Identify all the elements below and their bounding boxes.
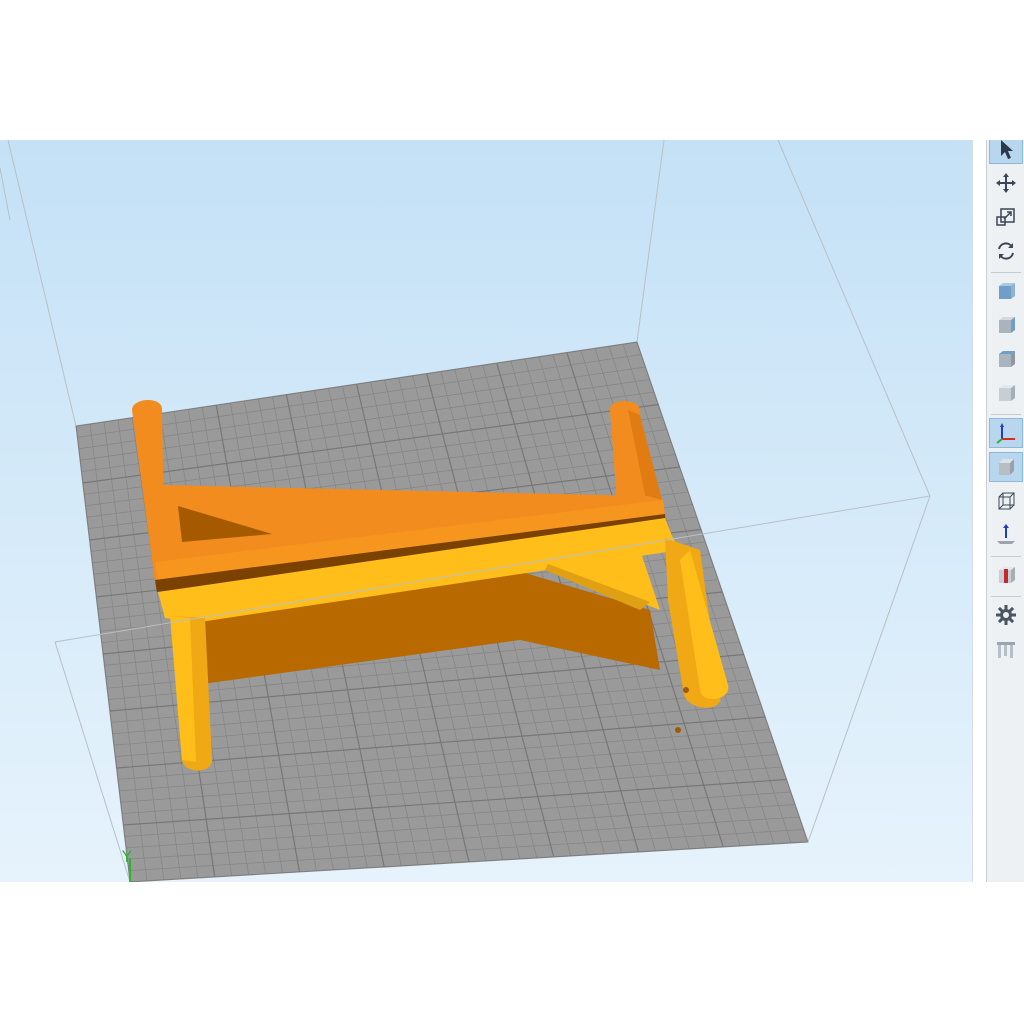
solid-view-button[interactable] xyxy=(989,452,1023,482)
y-axis-label: Y xyxy=(121,847,132,866)
toolbar-separator xyxy=(991,556,1021,557)
panel-divider[interactable] xyxy=(972,140,987,882)
right-toolbar xyxy=(986,140,1024,882)
rotate-tool-button[interactable] xyxy=(989,236,1023,266)
cube-top-icon xyxy=(994,347,1018,371)
move-arrows-icon xyxy=(994,171,1018,195)
view-front-button[interactable] xyxy=(989,276,1023,306)
pointer-icon xyxy=(994,140,1018,161)
rotate-icon xyxy=(994,239,1018,263)
cube-iso-icon xyxy=(994,381,1018,405)
slicer-app: Y xyxy=(0,140,1024,882)
cross-section-button[interactable] xyxy=(989,560,1023,590)
gear-icon xyxy=(994,603,1018,627)
scene-canvas[interactable]: Y xyxy=(0,140,972,882)
supports-button[interactable] xyxy=(989,634,1023,664)
scale-icon xyxy=(994,205,1018,229)
cross-section-icon xyxy=(994,563,1018,587)
axes-icon xyxy=(994,421,1018,445)
toolbar-separator xyxy=(991,272,1021,273)
cube-side-icon xyxy=(994,313,1018,337)
view-top-button[interactable] xyxy=(989,344,1023,374)
scale-tool-button[interactable] xyxy=(989,202,1023,232)
toolbar-separator xyxy=(991,596,1021,597)
settings-button[interactable] xyxy=(989,600,1023,630)
solid-cube-icon xyxy=(994,455,1018,479)
wireframe-view-button[interactable] xyxy=(989,486,1023,516)
drop-to-bed-icon xyxy=(994,523,1018,547)
place-on-bed-button[interactable] xyxy=(989,520,1023,550)
3d-viewport[interactable]: Y xyxy=(0,140,972,882)
move-tool-button[interactable] xyxy=(989,168,1023,198)
toolbar-separator xyxy=(991,414,1021,415)
select-tool-button[interactable] xyxy=(989,140,1023,164)
supports-icon xyxy=(994,637,1018,661)
wireframe-cube-icon xyxy=(994,489,1018,513)
view-iso-button[interactable] xyxy=(989,378,1023,408)
cube-front-icon xyxy=(994,279,1018,303)
toggle-axes-button[interactable] xyxy=(989,418,1023,448)
view-side-button[interactable] xyxy=(989,310,1023,340)
